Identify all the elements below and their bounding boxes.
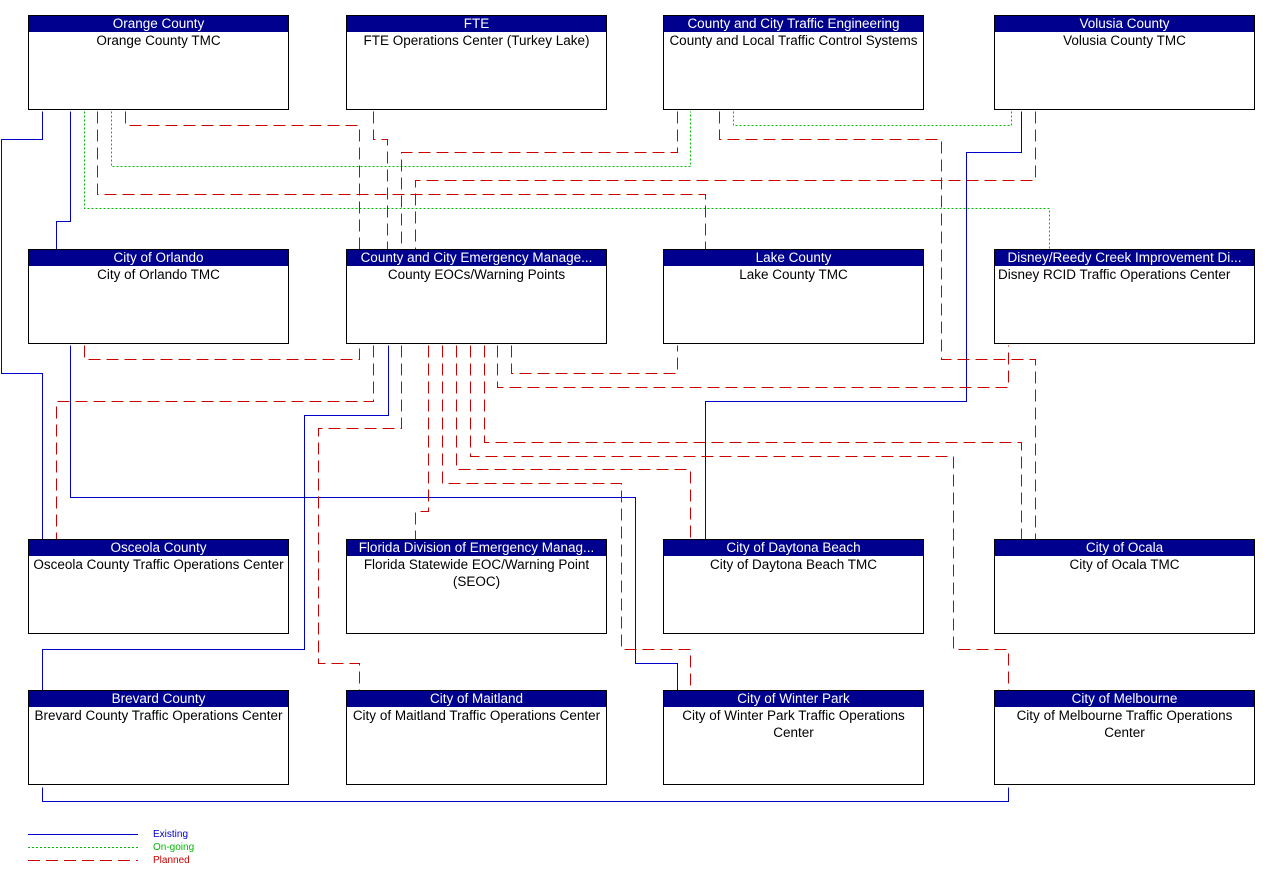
node-volusia[interactable]: Volusia County Volusia County TMC bbox=[994, 15, 1255, 110]
node-maitland[interactable]: City of Maitland City of Maitland Traffic… bbox=[346, 690, 607, 785]
link-eoc-winterpark-planned bbox=[442, 345, 691, 691]
link-eoc-maitland-planned bbox=[318, 345, 402, 691]
link-eoc-disney-planned bbox=[497, 345, 1009, 388]
legend-label-ongoing: On-going bbox=[153, 842, 195, 853]
link-eoc-brevard-existing bbox=[42, 345, 389, 691]
link-ccte-volusia-ongoing bbox=[733, 111, 1012, 126]
node-body: County EOCs/Warning Points bbox=[387, 267, 566, 282]
node-winterpark[interactable]: City of Winter Park City of Winter Park T… bbox=[663, 690, 924, 785]
legend-label-existing: Existing bbox=[153, 829, 189, 840]
node-brevard[interactable]: Brevard County Brevard County Traffic Ope… bbox=[28, 690, 289, 785]
node-header: City of Daytona Beach bbox=[664, 540, 923, 556]
node-header: Florida Division of Emergency Manag... bbox=[347, 540, 606, 556]
node-header: City of Orlando bbox=[29, 250, 288, 266]
node-fte[interactable]: FTE FTE Operations Center (Turkey Lake) bbox=[346, 15, 607, 110]
node-body: City of Ocala TMC bbox=[1069, 557, 1180, 572]
node-header: City of Melbourne bbox=[995, 691, 1254, 707]
link-orlando-eoc-planned bbox=[84, 345, 360, 360]
node-header: City of Ocala bbox=[995, 540, 1254, 556]
node-header: Lake County bbox=[664, 250, 923, 266]
node-orange[interactable]: Orange County Orange County TMC bbox=[28, 15, 289, 110]
node-header: FTE bbox=[347, 16, 606, 32]
node-header: County and City Emergency Manage... bbox=[347, 250, 606, 266]
link-eoc-ocala-planned bbox=[484, 345, 1022, 540]
node-eoc[interactable]: County and City Emergency Manage... Count… bbox=[346, 249, 607, 344]
node-header: City of Maitland bbox=[347, 691, 606, 707]
node-body: City of Orlando TMC bbox=[97, 267, 220, 282]
link-eoc-lake-planned bbox=[511, 345, 678, 374]
link-orlando-winterpark-existing bbox=[70, 345, 678, 691]
node-body: City of Winter Park Traffic Operations C… bbox=[682, 708, 905, 740]
node-body: County and Local Traffic Control Systems bbox=[669, 33, 918, 48]
node-body: Volusia County TMC bbox=[1063, 33, 1186, 48]
node-header: Orange County bbox=[29, 16, 288, 32]
node-header: Brevard County bbox=[29, 691, 288, 707]
legend-label-planned: Planned bbox=[153, 855, 190, 866]
node-ccte[interactable]: County and City Traffic Engineering Count… bbox=[663, 15, 924, 110]
link-brevard-melbourne-existing bbox=[42, 787, 1009, 802]
node-ocala[interactable]: City of Ocala City of Ocala TMC bbox=[994, 539, 1255, 634]
node-daytona[interactable]: City of Daytona Beach City of Daytona Bea… bbox=[663, 539, 924, 634]
link-eoc-osceola-planned bbox=[56, 345, 374, 540]
node-orlando[interactable]: City of Orlando City of Orlando TMC bbox=[28, 249, 289, 344]
link-orange-ccte-ongoing bbox=[111, 111, 691, 167]
node-body: City of Melbourne Traffic Operations Cen… bbox=[1016, 708, 1233, 740]
link-fte-eoc-planned bbox=[373, 111, 388, 250]
node-body: FTE Operations Center (Turkey Lake) bbox=[363, 33, 590, 48]
link-eoc-seoc-planned bbox=[415, 345, 429, 540]
node-body: Orange County TMC bbox=[96, 33, 221, 48]
node-header: City of Winter Park bbox=[664, 691, 923, 707]
link-orange-eoc-planned bbox=[125, 111, 360, 250]
node-header: Osceola County bbox=[29, 540, 288, 556]
node-header: Disney/Reedy Creek Improvement Di... bbox=[995, 250, 1254, 266]
node-header: County and City Traffic Engineering bbox=[664, 16, 923, 32]
node-body: City of Daytona Beach TMC bbox=[709, 557, 878, 572]
node-body: Florida Statewide EOC/Warning Point (SEO… bbox=[363, 557, 590, 589]
node-osceola[interactable]: Osceola County Osceola County Traffic Ope… bbox=[28, 539, 289, 634]
link-eoc-melbourne-planned bbox=[470, 345, 1009, 691]
node-melbourne[interactable]: City of Melbourne City of Melbourne Traff… bbox=[994, 690, 1255, 785]
link-orange-orlando-existing bbox=[56, 111, 71, 250]
node-body: City of Maitland Traffic Operations Cent… bbox=[352, 708, 601, 723]
node-header: Volusia County bbox=[995, 16, 1254, 32]
node-disney[interactable]: Disney/Reedy Creek Improvement Di... Disn… bbox=[994, 249, 1255, 344]
node-seoc[interactable]: Florida Division of Emergency Manag... Fl… bbox=[346, 539, 607, 634]
node-body: Disney RCID Traffic Operations Center bbox=[998, 267, 1231, 282]
link-volusia-eoc-planned bbox=[415, 111, 1036, 250]
node-body: Brevard County Traffic Operations Center bbox=[34, 708, 283, 723]
node-lake[interactable]: Lake County Lake County TMC bbox=[663, 249, 924, 344]
node-body: Lake County TMC bbox=[739, 267, 848, 282]
node-body: Osceola County Traffic Operations Center bbox=[33, 557, 284, 572]
